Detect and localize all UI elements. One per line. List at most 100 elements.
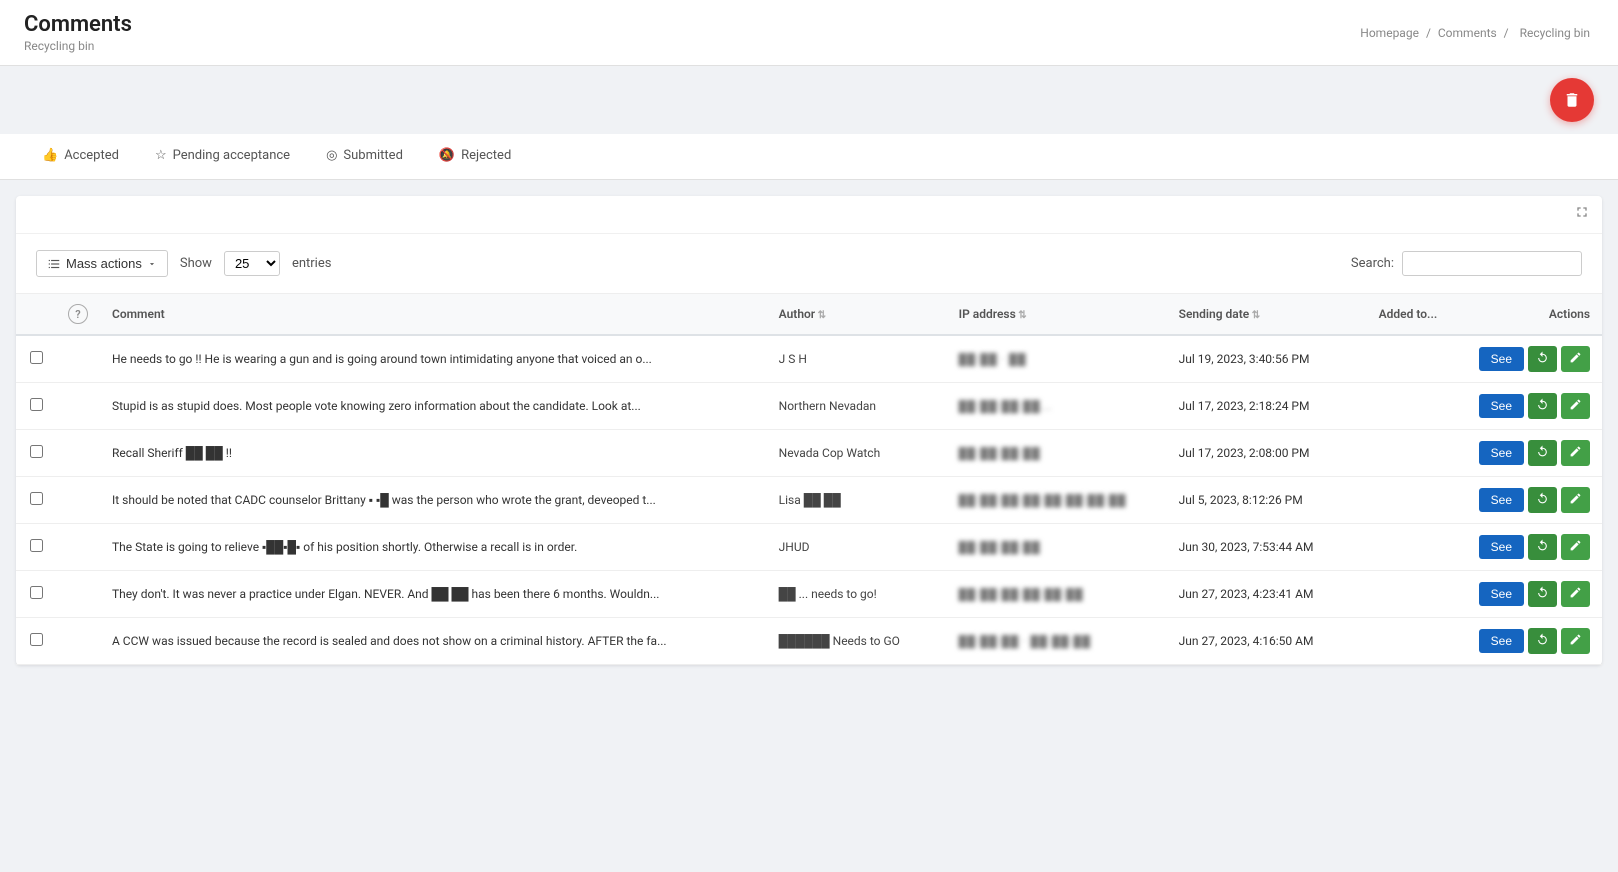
comment-cell: The State is going to relieve ▪██▪█▪ of … <box>100 524 767 571</box>
restore-button-1[interactable] <box>1528 393 1557 419</box>
actions-cell: See <box>1467 335 1602 383</box>
row-checkbox-3[interactable] <box>30 492 43 505</box>
breadcrumb-current: Recycling bin <box>1520 26 1590 40</box>
search-label: Search: <box>1351 256 1394 271</box>
edit-button-4[interactable] <box>1561 534 1590 560</box>
comment-cell: They don't. It was never a practice unde… <box>100 571 767 618</box>
tab-rejected[interactable]: 🔕 Rejected <box>421 134 529 179</box>
help-icon[interactable]: ? <box>68 304 88 324</box>
added-to-cell <box>1367 430 1467 477</box>
added-to-cell <box>1367 383 1467 430</box>
search-input[interactable] <box>1402 251 1582 276</box>
rejected-icon: 🔕 <box>439 148 455 163</box>
tab-submitted[interactable]: ◎ Submitted <box>308 134 421 179</box>
top-bar <box>0 66 1618 134</box>
delete-fab-button[interactable] <box>1550 78 1594 122</box>
mass-actions-button[interactable]: Mass actions <box>36 250 168 277</box>
page-title-area: Comments Recycling bin <box>24 12 132 53</box>
col-header-author[interactable]: Author <box>767 294 947 335</box>
edit-button-3[interactable] <box>1561 487 1590 513</box>
table-row: Recall Sheriff ██ ██ !!Nevada Cop Watch█… <box>16 430 1602 477</box>
restore-button-0[interactable] <box>1528 346 1557 372</box>
table-row: A CCW was issued because the record is s… <box>16 618 1602 665</box>
date-cell: Jul 17, 2023, 2:08:00 PM <box>1167 430 1367 477</box>
restore-button-6[interactable] <box>1528 628 1557 654</box>
see-button-3[interactable]: See <box>1479 488 1524 512</box>
table-row: Stupid is as stupid does. Most people vo… <box>16 383 1602 430</box>
ip-cell: ██·██·██·██·██·██·██·██ <box>947 477 1167 524</box>
see-button-4[interactable]: See <box>1479 535 1524 559</box>
added-to-cell <box>1367 524 1467 571</box>
toolbar-left: Mass actions Show 25 10 50 100 entries <box>36 250 331 277</box>
row-checkbox-0[interactable] <box>30 351 43 364</box>
date-cell: Jun 30, 2023, 7:53:44 AM <box>1167 524 1367 571</box>
col-header-actions: Actions <box>1467 294 1602 335</box>
ip-cell: ██·██·██·██... <box>947 383 1167 430</box>
col-header-check <box>16 294 56 335</box>
breadcrumb-comments[interactable]: Comments <box>1438 26 1497 40</box>
tab-rejected-label: Rejected <box>461 148 511 163</box>
tab-pending-label: Pending acceptance <box>173 148 290 163</box>
date-cell: Jul 19, 2023, 3:40:56 PM <box>1167 335 1367 383</box>
restore-button-4[interactable] <box>1528 534 1557 560</box>
row-checkbox-4[interactable] <box>30 539 43 552</box>
edit-button-6[interactable] <box>1561 628 1590 654</box>
date-cell: Jun 27, 2023, 4:23:41 AM <box>1167 571 1367 618</box>
row-checkbox-6[interactable] <box>30 633 43 646</box>
added-to-cell <box>1367 335 1467 383</box>
comment-cell: It should be noted that CADC counselor B… <box>100 477 767 524</box>
col-header-ip[interactable]: IP address <box>947 294 1167 335</box>
see-button-5[interactable]: See <box>1479 582 1524 606</box>
col-header-help: ? <box>56 294 100 335</box>
actions-cell: See <box>1467 524 1602 571</box>
tab-pending[interactable]: ☆ Pending acceptance <box>137 134 308 179</box>
table-row: The State is going to relieve ▪██▪█▪ of … <box>16 524 1602 571</box>
edit-button-0[interactable] <box>1561 346 1590 372</box>
see-button-2[interactable]: See <box>1479 441 1524 465</box>
row-checkbox-1[interactable] <box>30 398 43 411</box>
toolbar-right: Search: <box>1351 251 1582 276</box>
submitted-icon: ◎ <box>326 148 337 163</box>
see-button-1[interactable]: See <box>1479 394 1524 418</box>
breadcrumb: Homepage / Comments / Recycling bin <box>1360 26 1594 40</box>
ip-cell: ██·██ · ██ <box>947 335 1167 383</box>
restore-button-3[interactable] <box>1528 487 1557 513</box>
col-header-comment: Comment <box>100 294 767 335</box>
col-header-date[interactable]: Sending date <box>1167 294 1367 335</box>
expand-button[interactable] <box>1574 204 1590 225</box>
row-checkbox-2[interactable] <box>30 445 43 458</box>
edit-button-5[interactable] <box>1561 581 1590 607</box>
mass-actions-label: Mass actions <box>66 256 142 271</box>
accepted-icon: 👍 <box>42 148 58 163</box>
see-button-0[interactable]: See <box>1479 347 1524 371</box>
see-button-6[interactable]: See <box>1479 629 1524 653</box>
edit-button-2[interactable] <box>1561 440 1590 466</box>
actions-cell: See <box>1467 477 1602 524</box>
edit-button-1[interactable] <box>1561 393 1590 419</box>
author-cell: Nevada Cop Watch <box>767 430 947 477</box>
page-subtitle: Recycling bin <box>24 39 132 53</box>
table-row: It should be noted that CADC counselor B… <box>16 477 1602 524</box>
table-row: He needs to go !! He is wearing a gun an… <box>16 335 1602 383</box>
pending-icon: ☆ <box>155 148 167 163</box>
table-body: He needs to go !! He is wearing a gun an… <box>16 335 1602 665</box>
author-cell: ██████ Needs to GO <box>767 618 947 665</box>
row-checkbox-5[interactable] <box>30 586 43 599</box>
content-card: Mass actions Show 25 10 50 100 entries S… <box>16 196 1602 665</box>
restore-button-5[interactable] <box>1528 581 1557 607</box>
card-toolbar: Mass actions Show 25 10 50 100 entries S… <box>16 234 1602 294</box>
author-cell: JHUD <box>767 524 947 571</box>
ip-cell: ██·██·██ · ██·██·██ <box>947 618 1167 665</box>
date-cell: Jun 27, 2023, 4:16:50 AM <box>1167 618 1367 665</box>
ip-cell: ██·██·██·██ <box>947 430 1167 477</box>
restore-button-2[interactable] <box>1528 440 1557 466</box>
table-row: They don't. It was never a practice unde… <box>16 571 1602 618</box>
breadcrumb-home[interactable]: Homepage <box>1360 26 1419 40</box>
author-cell: Lisa ██ ██ <box>767 477 947 524</box>
entries-select[interactable]: 25 10 50 100 <box>224 251 280 276</box>
tab-accepted-label: Accepted <box>64 148 119 163</box>
table-header: ? Comment Author IP address Sending date… <box>16 294 1602 335</box>
comment-cell: He needs to go !! He is wearing a gun an… <box>100 335 767 383</box>
tab-accepted[interactable]: 👍 Accepted <box>24 134 137 179</box>
page-title: Comments <box>24 12 132 37</box>
